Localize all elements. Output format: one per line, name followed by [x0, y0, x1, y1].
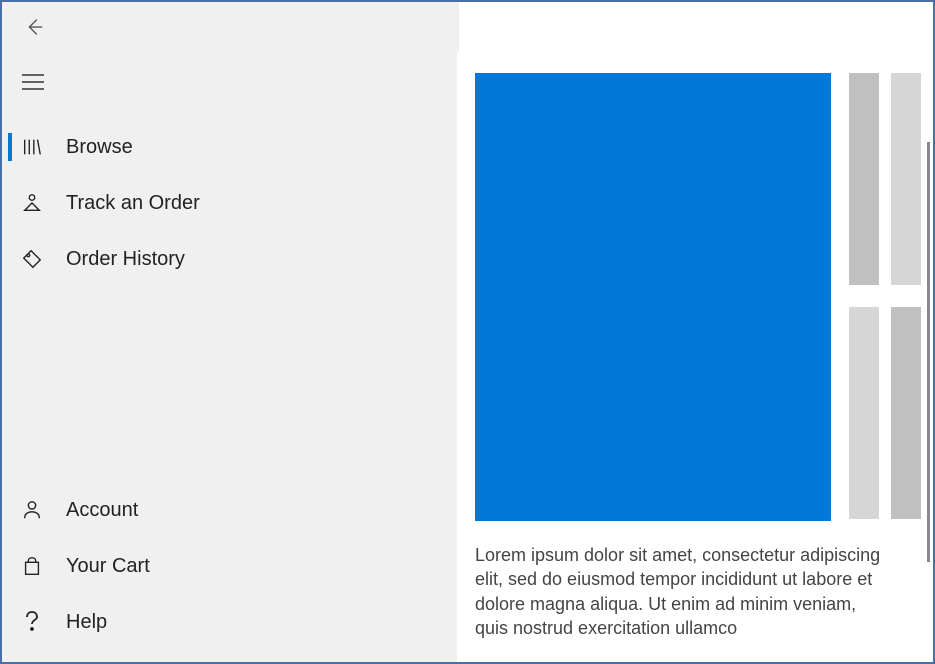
scrollbar[interactable] [927, 142, 930, 562]
featured-tile[interactable] [475, 73, 831, 521]
nav-item-help[interactable]: Help [2, 594, 457, 650]
secondary-tile[interactable] [849, 73, 879, 285]
nav-item-browse[interactable]: Browse [2, 119, 457, 175]
body-paragraph: Lorem ipsum dolor sit amet, consectetur … [475, 543, 921, 640]
nav-label: Browse [66, 136, 133, 159]
nav-label: Account [66, 499, 138, 522]
nav-item-account[interactable]: Account [2, 482, 457, 538]
secondary-tile[interactable] [849, 307, 879, 519]
back-button[interactable] [22, 15, 46, 39]
page-title: This is Header Text [475, 52, 921, 55]
tag-icon [20, 247, 44, 271]
nav-item-cart[interactable]: Your Cart [2, 538, 457, 594]
question-icon [20, 610, 44, 634]
navigation-pane: Browse Track an Order [2, 52, 457, 662]
nav-item-track-order[interactable]: Track an Order [2, 175, 457, 231]
secondary-tile[interactable] [891, 73, 921, 285]
shopping-bag-icon [20, 554, 44, 578]
content-pane: This is Header Text Lorem ipsum dolor si… [457, 52, 933, 662]
nav-label: Help [66, 611, 107, 634]
nav-item-order-history[interactable]: Order History [2, 231, 457, 287]
secondary-tile[interactable] [891, 307, 921, 519]
person-icon [20, 498, 44, 522]
library-icon [20, 135, 44, 159]
nav-label: Order History [66, 248, 185, 271]
nav-label: Track an Order [66, 192, 200, 215]
hamburger-button[interactable] [2, 62, 457, 119]
nav-label: Your Cart [66, 555, 150, 578]
package-icon [20, 191, 44, 215]
